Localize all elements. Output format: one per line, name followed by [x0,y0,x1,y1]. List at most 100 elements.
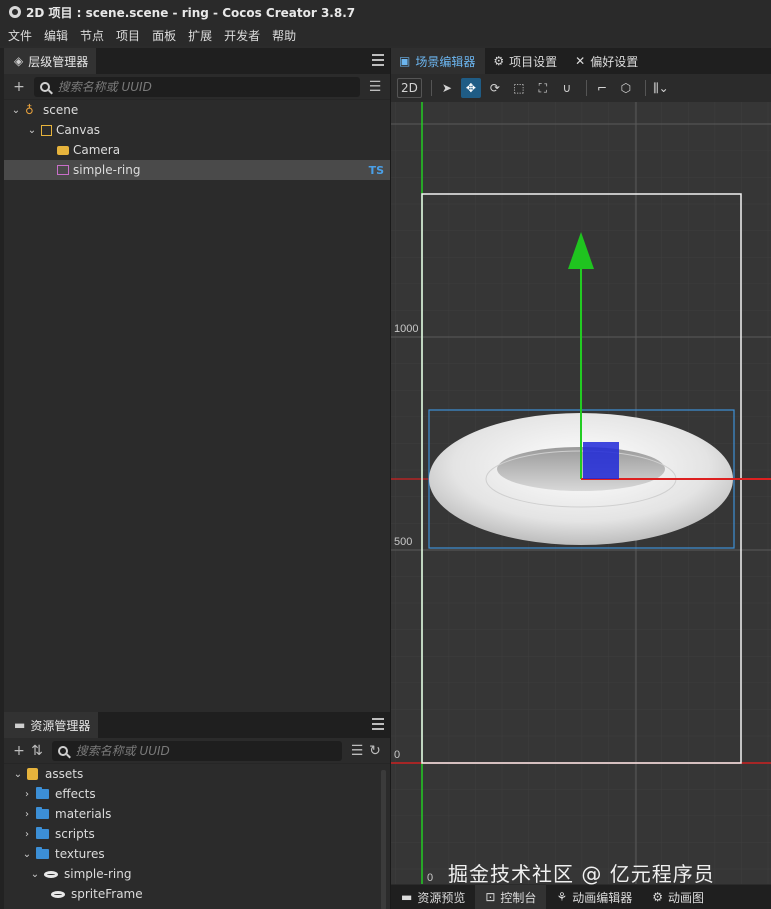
sort-icon[interactable]: ⇅ [28,743,46,759]
tab-animation-editor[interactable]: ⚘ 动画编辑器 [546,885,642,909]
chevron-down-icon[interactable]: ⌄ [29,869,41,880]
menu-project[interactable]: 项目 [116,27,140,44]
asset-label: spriteFrame [71,887,143,901]
hierarchy-search-input[interactable] [57,79,360,94]
folder-open-icon [36,847,49,859]
assets-tabbar: ▬ 资源管理器 [4,712,390,738]
asset-label: effects [55,787,96,801]
typescript-badge: TS [368,163,384,177]
scene-viewport[interactable]: 1000 500 0 0 [391,102,771,884]
snap-magnet-icon[interactable]: ∪ [557,78,577,98]
asset-item-spriteframe[interactable]: spriteFrame [4,884,390,904]
assets-panel: ▬ 资源管理器 + ⇅ ☰ ↻ ⌄ assets › effects › mat… [4,712,390,909]
gizmo-xy-plane-handle[interactable] [583,442,619,479]
chevron-down-icon[interactable]: ⌄ [10,105,22,116]
hierarchy-search [34,76,360,97]
tree-node-canvas[interactable]: ⌄ Canvas [4,120,390,140]
bottom-tabbar: ▬ 资源预览 ⊡ 控制台 ⚘ 动画编辑器 ⚙ 动画图 [391,885,771,909]
tab-asset-preview[interactable]: ▬ 资源预览 [391,885,475,909]
assets-menu-icon[interactable] [372,718,384,730]
tree-node-label: simple-ring [73,163,141,177]
mode-2d-toggle[interactable]: 2D [397,78,422,98]
tab-console[interactable]: ⊡ 控制台 [475,885,547,909]
local-pivot-icon[interactable]: ⌐ [592,78,612,98]
chevron-right-icon[interactable]: › [21,789,33,800]
scale-tool-icon[interactable]: ⬚ [509,78,529,98]
menu-bar: 文件 编辑 节点 项目 面板 扩展 开发者 帮助 [0,24,771,46]
tab-label: 动画图 [667,890,704,905]
assets-search-input[interactable] [75,743,342,758]
menu-node[interactable]: 节点 [80,27,104,44]
menu-help[interactable]: 帮助 [272,27,296,44]
scene-fire-icon: ♁ [25,103,34,117]
chevron-right-icon[interactable]: › [21,829,33,840]
assets-toolbar: + ⇅ ☰ ↻ [4,738,390,764]
camera-icon [57,145,69,155]
hierarchy-panel: ◈ 层级管理器 + ☰ ⌄ ♁ scene ⌄ Canvas Camera si… [4,48,390,710]
search-icon [40,81,50,92]
graph-icon: ⚙ [652,890,663,904]
asset-item-scripts[interactable]: › scripts [4,824,390,844]
asset-label: assets [45,767,84,781]
global-icon[interactable]: ⬡ [616,78,636,98]
tree-node-scene[interactable]: ⌄ ♁ scene [4,100,390,120]
move-tool-icon[interactable]: ✥ [460,78,481,98]
tab-assets[interactable]: ▬ 资源管理器 [4,712,99,738]
menu-extension[interactable]: 扩展 [188,27,212,44]
tab-label: 控制台 [500,890,537,905]
axis-label-1000: 1000 [394,323,418,335]
refresh-icon[interactable]: ↻ [366,743,384,759]
tab-hierarchy[interactable]: ◈ 层级管理器 [4,48,97,74]
assets-search [52,740,342,761]
tab-label: 动画编辑器 [572,890,633,905]
asset-item-materials[interactable]: › materials [4,804,390,824]
rotate-tool-icon[interactable]: ⟳ [485,78,505,98]
chevron-down-icon[interactable]: ⌄ [21,849,33,860]
toolbar-separator [430,80,432,96]
layers-icon: ◈ [14,54,24,68]
collapse-all-icon[interactable]: ☰ [348,743,366,759]
terminal-icon: ⊡ [485,890,496,904]
tree-node-label: scene [43,103,79,117]
asset-label: simple-ring [64,867,132,881]
collapse-all-icon[interactable]: ☰ [366,79,384,95]
align-dropdown-icon[interactable]: ⫼⌄ [651,78,671,98]
tab-animation-graph[interactable]: ⚙ 动画图 [642,885,714,909]
search-icon [58,745,68,756]
asset-item-simple-ring[interactable]: ⌄ simple-ring [4,864,390,884]
add-node-icon[interactable]: + [10,79,28,95]
tab-label: 场景编辑器 [415,54,476,69]
window-title: 2D 项目 : scene.scene - ring - Cocos Creat… [26,5,356,20]
chevron-right-icon[interactable]: › [21,809,33,820]
asset-item-assets[interactable]: ⌄ assets [4,764,390,784]
gear-icon: ⚙ [493,54,505,68]
tab-project-settings[interactable]: ⚙ 项目设置 [485,48,567,74]
scene-tabbar: ▣ 场景编辑器 ⚙ 项目设置 ✕ 偏好设置 [391,48,771,74]
hierarchy-menu-icon[interactable] [372,54,384,66]
tree-node-simple-ring[interactable]: simple-ring TS [4,160,390,180]
tab-preferences[interactable]: ✕ 偏好设置 [567,48,648,74]
select-tool-icon[interactable]: ➤ [437,78,457,98]
scene-editor-icon: ▣ [399,54,411,68]
tree-node-camera[interactable]: Camera [4,140,390,160]
hierarchy-tabbar: ◈ 层级管理器 [4,48,390,74]
menu-edit[interactable]: 编辑 [44,27,68,44]
hierarchy-toolbar: + ☰ [4,74,390,100]
scene-canvas[interactable]: 1000 500 0 0 [391,102,771,884]
texture-icon [44,870,58,878]
add-asset-icon[interactable]: + [10,743,28,759]
menu-panel[interactable]: 面板 [152,27,176,44]
tab-scene-editor[interactable]: ▣ 场景编辑器 [391,48,486,74]
folder-icon [36,807,49,819]
chevron-down-icon[interactable]: ⌄ [12,769,24,780]
folder-icon [36,827,49,839]
folder-icon [36,787,49,799]
menu-file[interactable]: 文件 [8,27,32,44]
asset-item-effects[interactable]: › effects [4,784,390,804]
rect-tool-icon[interactable]: ⛶ [533,78,553,98]
toolbar-separator [585,80,587,96]
asset-item-textures[interactable]: ⌄ textures [4,844,390,864]
menu-developer[interactable]: 开发者 [224,27,260,44]
chevron-down-icon[interactable]: ⌄ [26,125,38,136]
assets-scrollbar[interactable] [381,770,386,909]
